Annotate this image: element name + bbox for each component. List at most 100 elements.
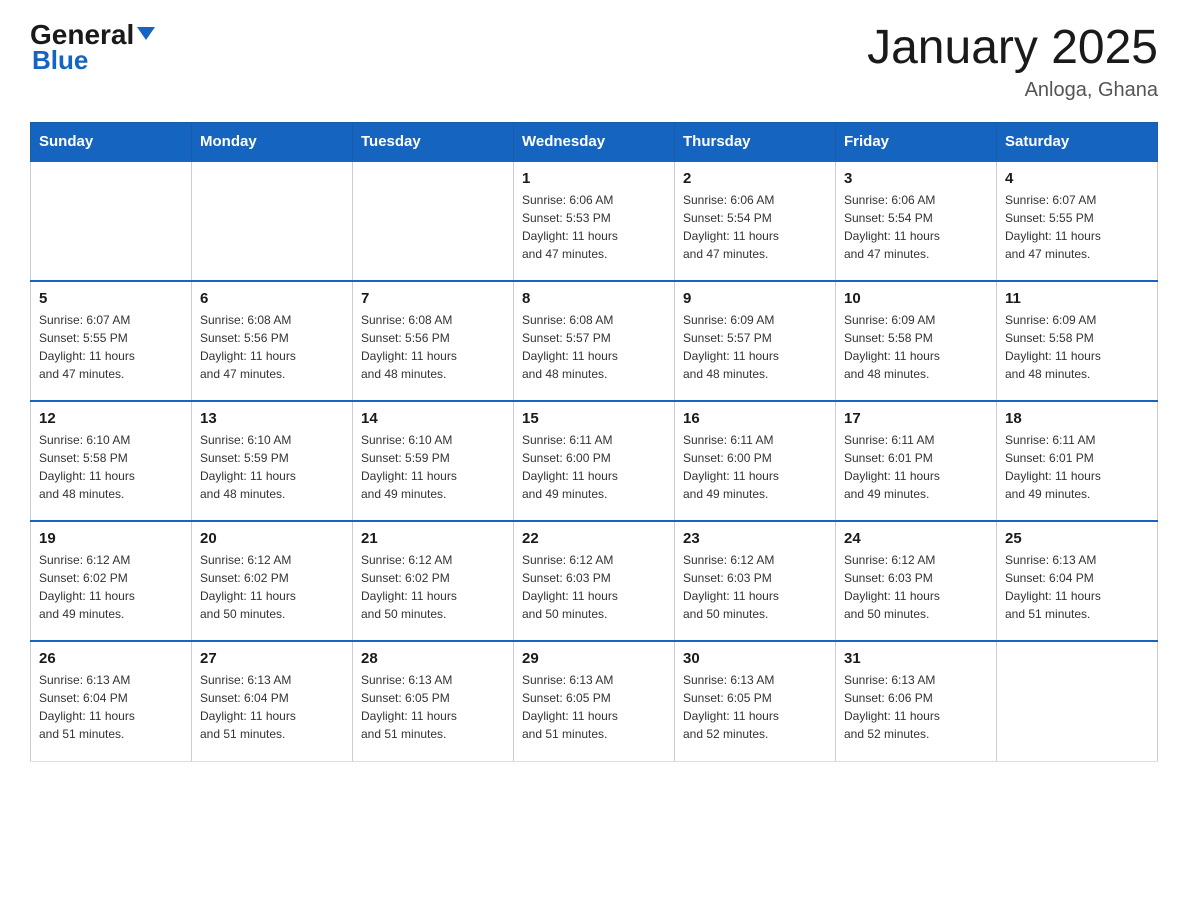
day-number: 3 xyxy=(844,170,988,187)
day-info: Sunrise: 6:08 AM Sunset: 5:57 PM Dayligh… xyxy=(522,311,666,383)
day-info: Sunrise: 6:13 AM Sunset: 6:06 PM Dayligh… xyxy=(844,671,988,743)
calendar-table: SundayMondayTuesdayWednesdayThursdayFrid… xyxy=(30,122,1158,762)
day-number: 23 xyxy=(683,530,827,547)
logo: General Blue xyxy=(30,20,155,76)
calendar-week-row: 12Sunrise: 6:10 AM Sunset: 5:58 PM Dayli… xyxy=(31,401,1158,521)
day-info: Sunrise: 6:06 AM Sunset: 5:54 PM Dayligh… xyxy=(844,191,988,263)
calendar-cell: 15 Sunrise: 6:11 AM Sunset: 6:00 PM Dayli… xyxy=(514,401,675,521)
calendar-cell: 1 Sunrise: 6:06 AM Sunset: 5:53 PM Daylig… xyxy=(514,161,675,281)
calendar-header-wednesday: Wednesday xyxy=(514,123,675,162)
day-info: Sunrise: 6:11 AM Sunset: 6:00 PM Dayligh… xyxy=(522,431,666,503)
calendar-cell: 6 Sunrise: 6:08 AM Sunset: 5:56 PM Daylig… xyxy=(192,281,353,401)
calendar-cell: 25Sunrise: 6:13 AM Sunset: 6:04 PM Dayli… xyxy=(997,521,1158,641)
calendar-cell: 10 Sunrise: 6:09 AM Sunset: 5:58 PM Dayli… xyxy=(836,281,997,401)
calendar-cell: 13 Sunrise: 6:10 AM Sunset: 5:59 PM Dayli… xyxy=(192,401,353,521)
calendar-cell: 5Sunrise: 6:07 AM Sunset: 5:55 PM Daylig… xyxy=(31,281,192,401)
calendar-cell: 20 Sunrise: 6:12 AM Sunset: 6:02 PM Dayli… xyxy=(192,521,353,641)
day-info: Sunrise: 6:07 AM Sunset: 5:55 PM Dayligh… xyxy=(1005,191,1149,263)
location: Anloga, Ghana xyxy=(867,79,1158,102)
calendar-cell xyxy=(192,161,353,281)
day-number: 25 xyxy=(1005,530,1149,547)
day-info: Sunrise: 6:13 AM Sunset: 6:04 PM Dayligh… xyxy=(200,671,344,743)
month-title: January 2025 xyxy=(867,20,1158,75)
title-section: January 2025 Anloga, Ghana xyxy=(867,20,1158,102)
calendar-cell: 3 Sunrise: 6:06 AM Sunset: 5:54 PM Daylig… xyxy=(836,161,997,281)
calendar-cell: 18 Sunrise: 6:11 AM Sunset: 6:01 PM Dayli… xyxy=(997,401,1158,521)
day-info: Sunrise: 6:13 AM Sunset: 6:05 PM Dayligh… xyxy=(361,671,505,743)
calendar-cell: 17Sunrise: 6:11 AM Sunset: 6:01 PM Dayli… xyxy=(836,401,997,521)
day-info: Sunrise: 6:09 AM Sunset: 5:58 PM Dayligh… xyxy=(844,311,988,383)
day-info: Sunrise: 6:08 AM Sunset: 5:56 PM Dayligh… xyxy=(200,311,344,383)
day-info: Sunrise: 6:06 AM Sunset: 5:53 PM Dayligh… xyxy=(522,191,666,263)
calendar-cell xyxy=(997,641,1158,761)
day-info: Sunrise: 6:10 AM Sunset: 5:59 PM Dayligh… xyxy=(200,431,344,503)
day-number: 31 xyxy=(844,650,988,667)
calendar-week-row: 5Sunrise: 6:07 AM Sunset: 5:55 PM Daylig… xyxy=(31,281,1158,401)
calendar-header-monday: Monday xyxy=(192,123,353,162)
day-number: 22 xyxy=(522,530,666,547)
day-info: Sunrise: 6:06 AM Sunset: 5:54 PM Dayligh… xyxy=(683,191,827,263)
day-info: Sunrise: 6:10 AM Sunset: 5:58 PM Dayligh… xyxy=(39,431,183,503)
calendar-header-sunday: Sunday xyxy=(31,123,192,162)
calendar-header-thursday: Thursday xyxy=(675,123,836,162)
calendar-cell: 21Sunrise: 6:12 AM Sunset: 6:02 PM Dayli… xyxy=(353,521,514,641)
day-number: 20 xyxy=(200,530,344,547)
day-number: 4 xyxy=(1005,170,1149,187)
day-number: 24 xyxy=(844,530,988,547)
day-number: 15 xyxy=(522,410,666,427)
calendar-cell: 31 Sunrise: 6:13 AM Sunset: 6:06 PM Dayli… xyxy=(836,641,997,761)
calendar-cell xyxy=(31,161,192,281)
day-info: Sunrise: 6:12 AM Sunset: 6:02 PM Dayligh… xyxy=(200,551,344,623)
day-number: 29 xyxy=(522,650,666,667)
day-info: Sunrise: 6:11 AM Sunset: 6:01 PM Dayligh… xyxy=(1005,431,1149,503)
day-number: 16 xyxy=(683,410,827,427)
calendar-header-row: SundayMondayTuesdayWednesdayThursdayFrid… xyxy=(31,123,1158,162)
day-number: 7 xyxy=(361,290,505,307)
calendar-cell xyxy=(353,161,514,281)
day-number: 30 xyxy=(683,650,827,667)
day-number: 1 xyxy=(522,170,666,187)
day-info: Sunrise: 6:12 AM Sunset: 6:02 PM Dayligh… xyxy=(361,551,505,623)
day-number: 18 xyxy=(1005,410,1149,427)
calendar-cell: 12Sunrise: 6:10 AM Sunset: 5:58 PM Dayli… xyxy=(31,401,192,521)
day-number: 11 xyxy=(1005,290,1149,307)
day-number: 10 xyxy=(844,290,988,307)
calendar-cell: 4 Sunrise: 6:07 AM Sunset: 5:55 PM Daylig… xyxy=(997,161,1158,281)
day-number: 26 xyxy=(39,650,183,667)
calendar-week-row: 26 Sunrise: 6:13 AM Sunset: 6:04 PM Dayli… xyxy=(31,641,1158,761)
calendar-cell: 30 Sunrise: 6:13 AM Sunset: 6:05 PM Dayli… xyxy=(675,641,836,761)
day-number: 13 xyxy=(200,410,344,427)
day-number: 6 xyxy=(200,290,344,307)
day-info: Sunrise: 6:09 AM Sunset: 5:58 PM Dayligh… xyxy=(1005,311,1149,383)
calendar-cell: 28 Sunrise: 6:13 AM Sunset: 6:05 PM Dayli… xyxy=(353,641,514,761)
day-info: Sunrise: 6:13 AM Sunset: 6:04 PM Dayligh… xyxy=(39,671,183,743)
calendar-cell: 14 Sunrise: 6:10 AM Sunset: 5:59 PM Dayli… xyxy=(353,401,514,521)
calendar-cell: 9 Sunrise: 6:09 AM Sunset: 5:57 PM Daylig… xyxy=(675,281,836,401)
day-info: Sunrise: 6:12 AM Sunset: 6:03 PM Dayligh… xyxy=(844,551,988,623)
calendar-cell: 22Sunrise: 6:12 AM Sunset: 6:03 PM Dayli… xyxy=(514,521,675,641)
day-number: 5 xyxy=(39,290,183,307)
calendar-header-friday: Friday xyxy=(836,123,997,162)
calendar-cell: 11 Sunrise: 6:09 AM Sunset: 5:58 PM Dayli… xyxy=(997,281,1158,401)
day-info: Sunrise: 6:13 AM Sunset: 6:05 PM Dayligh… xyxy=(522,671,666,743)
day-info: Sunrise: 6:09 AM Sunset: 5:57 PM Dayligh… xyxy=(683,311,827,383)
day-number: 19 xyxy=(39,530,183,547)
day-number: 9 xyxy=(683,290,827,307)
calendar-header-tuesday: Tuesday xyxy=(353,123,514,162)
calendar-week-row: 1 Sunrise: 6:06 AM Sunset: 5:53 PM Daylig… xyxy=(31,161,1158,281)
day-info: Sunrise: 6:13 AM Sunset: 6:05 PM Dayligh… xyxy=(683,671,827,743)
day-number: 14 xyxy=(361,410,505,427)
day-info: Sunrise: 6:11 AM Sunset: 6:01 PM Dayligh… xyxy=(844,431,988,503)
day-info: Sunrise: 6:12 AM Sunset: 6:03 PM Dayligh… xyxy=(683,551,827,623)
day-number: 8 xyxy=(522,290,666,307)
day-info: Sunrise: 6:10 AM Sunset: 5:59 PM Dayligh… xyxy=(361,431,505,503)
calendar-cell: 27 Sunrise: 6:13 AM Sunset: 6:04 PM Dayli… xyxy=(192,641,353,761)
calendar-cell: 23 Sunrise: 6:12 AM Sunset: 6:03 PM Dayli… xyxy=(675,521,836,641)
day-number: 2 xyxy=(683,170,827,187)
day-number: 28 xyxy=(361,650,505,667)
calendar-cell: 29 Sunrise: 6:13 AM Sunset: 6:05 PM Dayli… xyxy=(514,641,675,761)
day-info: Sunrise: 6:11 AM Sunset: 6:00 PM Dayligh… xyxy=(683,431,827,503)
page-header: General Blue January 2025 Anloga, Ghana xyxy=(30,20,1158,102)
day-number: 27 xyxy=(200,650,344,667)
calendar-week-row: 19 Sunrise: 6:12 AM Sunset: 6:02 PM Dayli… xyxy=(31,521,1158,641)
